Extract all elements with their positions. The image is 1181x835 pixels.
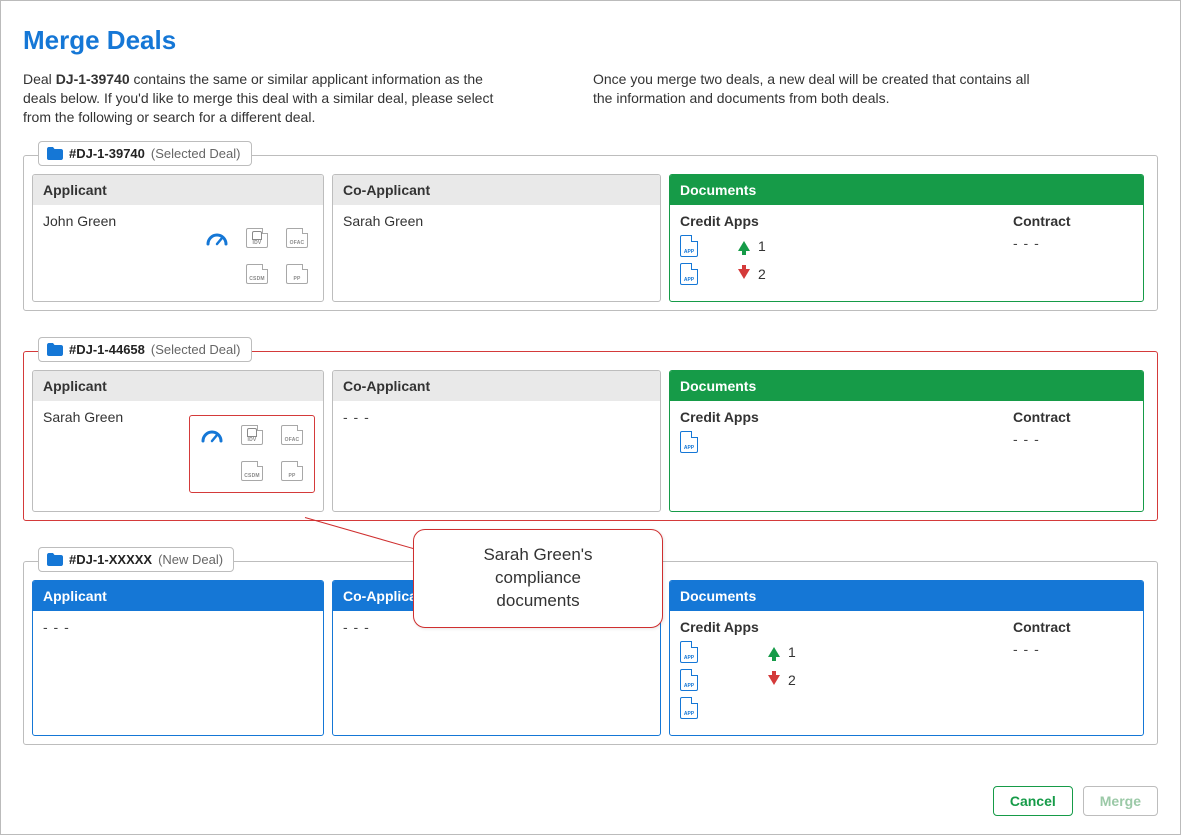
idv-icon <box>245 227 269 249</box>
contract-value-2: - - - <box>1013 431 1133 447</box>
coapplicant-panel-2: Co-Applicant - - - <box>332 370 661 512</box>
arrow-down-cell: 2 <box>738 266 766 282</box>
coapplicant-name-1: Sarah Green <box>343 213 650 229</box>
contract-label: Contract <box>1013 619 1133 635</box>
intro-left: Deal DJ-1-39740 contains the same or sim… <box>23 70 503 127</box>
documents-panel-2: Documents Credit Apps Contract - - - <box>669 370 1144 512</box>
applicant-panel-1: Applicant John Green <box>32 174 324 302</box>
deal-note-3: (New Deal) <box>158 552 223 567</box>
folder-icon <box>47 147 63 160</box>
coapplicant-panel-1: Co-Applicant Sarah Green <box>332 174 661 302</box>
credit-app-icon[interactable] <box>680 263 698 285</box>
folder-icon <box>47 343 63 356</box>
page-title: Merge Deals <box>23 25 1158 56</box>
contract-value-1: - - - <box>1013 235 1133 251</box>
deal-card-2[interactable]: #DJ-1-44658 (Selected Deal) Applicant Sa… <box>23 351 1158 521</box>
applicant-panel-2: Applicant Sarah Green <box>32 370 324 512</box>
ofac-icon <box>285 227 309 249</box>
deal-id-3: #DJ-1-XXXXX <box>69 552 152 567</box>
arrow-up-icon <box>768 647 780 657</box>
deal-tab-1[interactable]: #DJ-1-39740 (Selected Deal) <box>38 141 252 166</box>
deal-id-2: #DJ-1-44658 <box>69 342 145 357</box>
arrow-down-icon <box>768 675 780 685</box>
applicant-head: Applicant <box>33 175 323 205</box>
arrow-up-cell: 1 <box>768 644 796 660</box>
cancel-button[interactable]: Cancel <box>993 786 1073 816</box>
merge-deals-dialog: Merge Deals Deal DJ-1-39740 contains the… <box>0 0 1181 835</box>
documents-panel-1: Documents Credit Apps 1 2 <box>669 174 1144 302</box>
coapplicant-head: Co-Applicant <box>333 371 660 401</box>
pp-icon <box>285 263 309 285</box>
callout-bubble: Sarah Green's compliance documents <box>413 529 663 628</box>
merge-button[interactable]: Merge <box>1083 786 1158 816</box>
csdm-icon <box>240 460 264 482</box>
gauge-icon <box>200 424 224 446</box>
deal-id-1: #DJ-1-39740 <box>69 146 145 161</box>
credit-apps-label: Credit Apps <box>680 213 993 229</box>
credit-app-icon[interactable] <box>680 641 698 663</box>
compliance-icons-2 <box>189 415 315 493</box>
coapplicant-head: Co-Applicant <box>333 175 660 205</box>
folder-icon <box>47 553 63 566</box>
deal-tab-2[interactable]: #DJ-1-44658 (Selected Deal) <box>38 337 252 362</box>
intro-deal-id: DJ-1-39740 <box>56 71 130 87</box>
credit-app-icon[interactable] <box>680 669 698 691</box>
footer-buttons: Cancel Merge <box>993 786 1158 816</box>
credit-app-icon[interactable] <box>680 431 698 453</box>
intro-text: Deal DJ-1-39740 contains the same or sim… <box>23 70 1158 127</box>
documents-head: Documents <box>670 371 1143 401</box>
pp-icon <box>280 460 304 482</box>
credit-app-icon[interactable] <box>680 697 698 719</box>
contract-value-3: - - - <box>1013 641 1133 657</box>
documents-head: Documents <box>670 175 1143 205</box>
deal-card-1[interactable]: #DJ-1-39740 (Selected Deal) Applicant Jo… <box>23 155 1158 311</box>
applicant-head: Applicant <box>33 371 323 401</box>
coapplicant-name-2: - - - <box>343 409 650 425</box>
deal-note-1: (Selected Deal) <box>151 146 241 161</box>
arrow-up-cell: 1 <box>738 238 766 254</box>
credit-app-icon[interactable] <box>680 235 698 257</box>
credit-apps-label: Credit Apps <box>680 619 993 635</box>
arrow-up-icon <box>738 241 750 251</box>
callout-line2: documents <box>444 590 632 613</box>
callout-line <box>305 517 424 552</box>
gauge-icon <box>205 227 229 249</box>
deal-tab-3[interactable]: #DJ-1-XXXXX (New Deal) <box>38 547 234 572</box>
applicant-panel-3: Applicant - - - <box>32 580 324 736</box>
contract-label: Contract <box>1013 213 1133 229</box>
documents-head: Documents <box>670 581 1143 611</box>
compliance-icons-1 <box>203 225 311 287</box>
deal-note-2: (Selected Deal) <box>151 342 241 357</box>
contract-label: Contract <box>1013 409 1133 425</box>
documents-panel-3: Documents Credit Apps 1 2 <box>669 580 1144 736</box>
arrow-down-cell: 2 <box>768 672 796 688</box>
ofac-icon <box>280 424 304 446</box>
idv-icon <box>240 424 264 446</box>
applicant-name-3: - - - <box>43 619 313 635</box>
intro-right: Once you merge two deals, a new deal wil… <box>593 70 1043 127</box>
callout-line1: Sarah Green's compliance <box>444 544 632 590</box>
applicant-head: Applicant <box>33 581 323 611</box>
arrow-down-icon <box>738 269 750 279</box>
csdm-icon <box>245 263 269 285</box>
credit-apps-label: Credit Apps <box>680 409 993 425</box>
